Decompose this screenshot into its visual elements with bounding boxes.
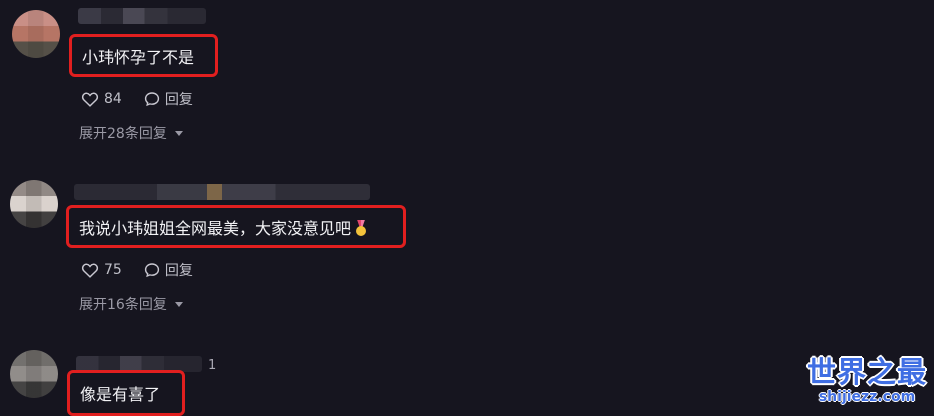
comment-text: 像是有喜了	[80, 385, 161, 404]
chevron-down-icon	[174, 301, 183, 307]
like-count: 84	[104, 91, 122, 107]
medal-icon	[355, 220, 367, 236]
username-blurred[interactable]	[78, 8, 206, 24]
comment-highlight: 像是有喜了	[67, 370, 185, 416]
comment-highlight: 我说小玮姐姐全网最美，大家没意见吧	[66, 205, 406, 248]
reply-button[interactable]: 回复	[144, 89, 193, 109]
reply-button[interactable]: 回复	[144, 260, 193, 280]
heart-icon	[81, 263, 99, 278]
reply-label: 回复	[164, 92, 193, 108]
heart-icon	[81, 92, 99, 107]
avatar[interactable]	[12, 10, 60, 58]
avatar[interactable]	[10, 180, 58, 228]
comment-text: 我说小玮姐姐全网最美，大家没意见吧	[79, 215, 367, 239]
watermark-title: 世界之最	[806, 355, 927, 389]
expand-replies-button[interactable]: 展开28条回复	[79, 123, 183, 143]
site-watermark: 世界之最 shijiezz.com	[806, 356, 928, 412]
comment-bubble-icon	[144, 263, 159, 278]
username-blurred[interactable]	[74, 184, 370, 200]
comment-highlight: 小玮怀孕了不是	[69, 34, 218, 77]
like-button[interactable]: 84	[81, 91, 122, 107]
chevron-down-icon	[174, 130, 183, 136]
comment-actions: 84 回复	[81, 89, 193, 109]
comment-count-badge: 1	[208, 358, 217, 373]
avatar[interactable]	[10, 350, 58, 398]
watermark-url: shijiezz.com	[818, 389, 916, 405]
like-button[interactable]: 75	[81, 262, 122, 278]
expand-replies-button[interactable]: 展开16条回复	[79, 294, 183, 314]
like-count: 75	[104, 262, 122, 278]
comment-text: 小玮怀孕了不是	[82, 47, 195, 67]
comment-actions: 75 回复	[81, 260, 193, 280]
expand-replies-label: 展开28条回复	[79, 126, 167, 142]
reply-label: 回复	[164, 263, 193, 279]
expand-replies-label: 展开16条回复	[79, 297, 167, 313]
comment-bubble-icon	[144, 92, 159, 107]
